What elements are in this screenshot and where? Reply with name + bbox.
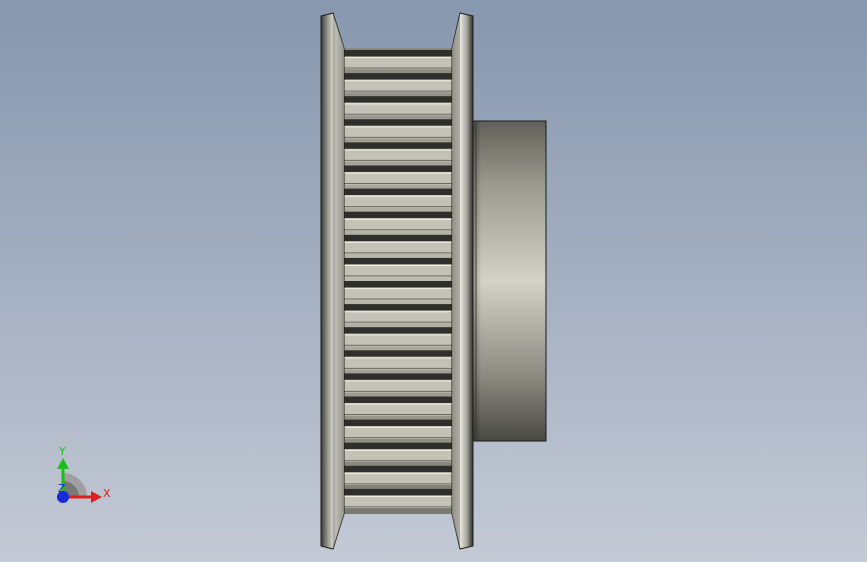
- tooth-groove: [342, 142, 453, 149]
- left-flange[interactable]: [320, 12, 345, 550]
- tooth-groove: [342, 488, 453, 496]
- tooth-groove: [342, 73, 453, 80]
- triad-y-arrow: [57, 458, 69, 469]
- tooth: [342, 171, 453, 185]
- tooth-groove: [342, 281, 453, 288]
- tooth-groove: [342, 119, 453, 126]
- tooth-groove: [342, 327, 453, 334]
- tooth-groove: [342, 419, 453, 427]
- pulley-model-view[interactable]: Y X Z: [0, 0, 867, 562]
- triad-z-label: Z: [58, 482, 66, 495]
- tooth: [342, 241, 453, 254]
- triad-x-label: X: [103, 487, 111, 500]
- graphics-viewport[interactable]: Y X Z: [0, 0, 867, 562]
- tooth: [342, 102, 453, 116]
- pulley-hub[interactable]: [469, 120, 547, 442]
- tooth: [342, 449, 453, 462]
- tooth-groove: [342, 396, 453, 403]
- tooth-groove: [342, 304, 453, 311]
- tooth: [342, 287, 453, 301]
- tooth-groove: [342, 442, 453, 450]
- tooth-groove: [342, 50, 453, 57]
- tooth-groove: [342, 257, 453, 265]
- tooth: [342, 195, 453, 208]
- tooth: [342, 218, 453, 231]
- reference-triad[interactable]: Y X Z: [57, 445, 111, 503]
- tooth-groove: [342, 165, 453, 172]
- tooth: [342, 356, 453, 370]
- tooth-groove: [342, 465, 453, 473]
- tooth: [342, 426, 453, 439]
- tooth: [342, 310, 453, 324]
- tooth-groove: [342, 373, 453, 380]
- tooth-groove: [342, 211, 453, 219]
- tooth: [342, 264, 453, 278]
- tooth: [342, 56, 453, 70]
- tooth: [342, 402, 453, 416]
- tooth: [342, 333, 453, 347]
- triad-x-arrow: [91, 491, 102, 503]
- tooth-groove: [342, 234, 453, 242]
- tooth: [342, 148, 453, 162]
- tooth: [342, 79, 453, 93]
- tooth-groove: [342, 188, 453, 196]
- triad-y-label: Y: [58, 445, 66, 458]
- tooth: [342, 495, 453, 509]
- tooth: [342, 125, 453, 139]
- tooth: [342, 379, 453, 393]
- tooth-groove: [342, 96, 453, 103]
- tooth: [342, 472, 453, 485]
- tooth-groove: [342, 350, 453, 357]
- right-flange[interactable]: [451, 12, 474, 550]
